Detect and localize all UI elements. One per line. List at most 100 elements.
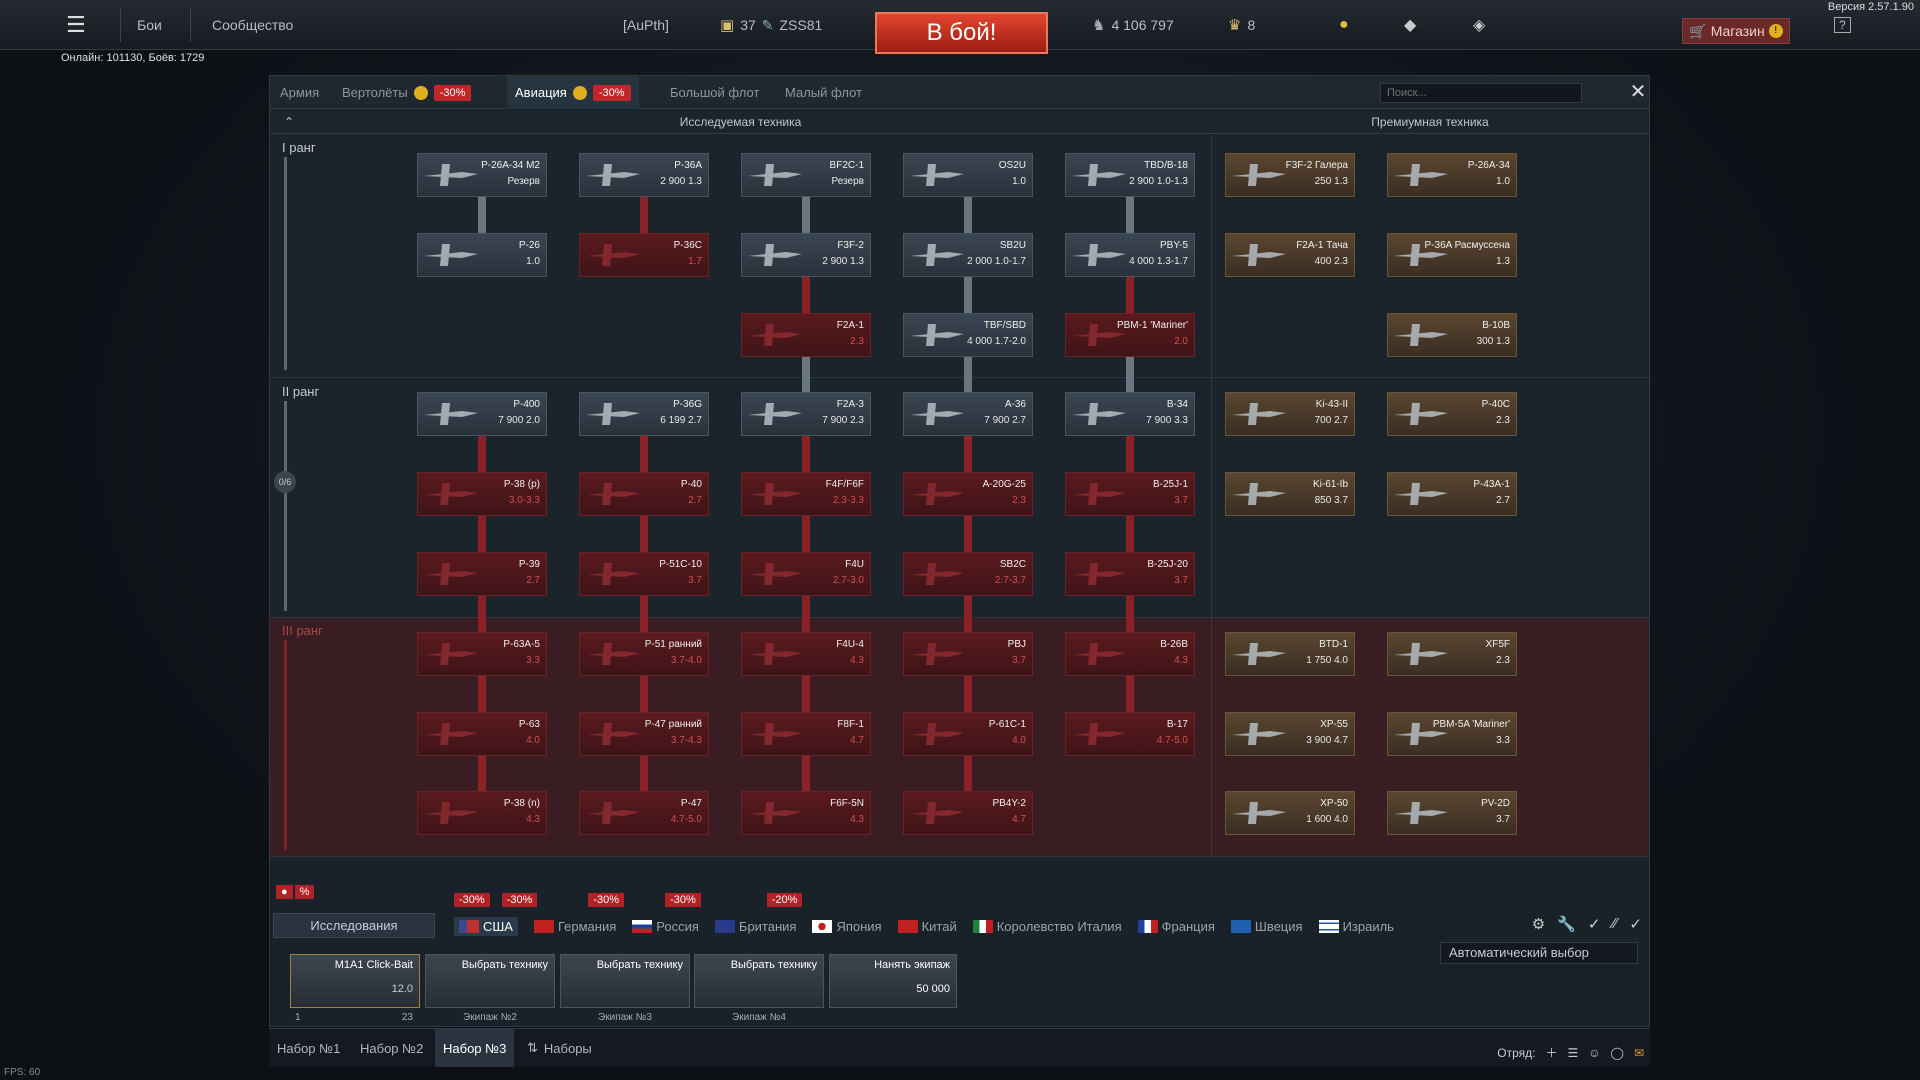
vehicle-card[interactable]: P-36C 1.7 bbox=[579, 233, 709, 277]
close-icon[interactable]: ✕ bbox=[1627, 81, 1649, 103]
battles-link[interactable]: Бои bbox=[137, 0, 162, 50]
vehicle-card[interactable]: F2A-3 7 900 2.3 bbox=[741, 392, 871, 436]
vehicle-card[interactable]: XF5F 2.3 bbox=[1387, 632, 1517, 676]
preset-3[interactable]: Набор №3 bbox=[435, 1029, 515, 1067]
wrench-icon[interactable]: 🔧 bbox=[1557, 915, 1576, 933]
vehicle-card[interactable]: PBY-5 4 000 1.3-1.7 bbox=[1065, 233, 1195, 277]
vehicle-card[interactable]: P-47 4.7-5.0 bbox=[579, 791, 709, 835]
community-link[interactable]: Сообщество bbox=[212, 0, 293, 50]
vehicle-card[interactable]: P-36A Расмуссена 1.3 bbox=[1387, 233, 1517, 277]
vehicle-card[interactable]: A-36 7 900 2.7 bbox=[903, 392, 1033, 436]
shop-button[interactable]: 🛒 Магазин! bbox=[1682, 18, 1790, 44]
check-all-icon[interactable]: ✓ bbox=[1629, 915, 1642, 933]
clock-filter-icon[interactable]: ● bbox=[276, 885, 293, 899]
vehicle-card[interactable]: B-34 7 900 3.3 bbox=[1065, 392, 1195, 436]
vehicle-card[interactable]: Ki-43-II 700 2.7 bbox=[1225, 392, 1355, 436]
vehicle-card[interactable]: F4U 2.7-3.0 bbox=[741, 552, 871, 596]
vehicle-card[interactable]: A-20G-25 2.3 bbox=[903, 472, 1033, 516]
plus-icon[interactable]: ＋ bbox=[1545, 1044, 1557, 1061]
nation-italy[interactable]: Королевство Италия bbox=[972, 917, 1122, 936]
nation-sweden[interactable]: Швеция bbox=[1230, 917, 1303, 936]
vehicle-card[interactable]: P-61C-1 4.0 bbox=[903, 712, 1033, 756]
rank-1-label[interactable]: I ранг bbox=[282, 140, 316, 155]
vehicle-card[interactable]: P-63 4.0 bbox=[417, 712, 547, 756]
gear-icon[interactable]: ⚙ bbox=[1532, 915, 1545, 933]
vehicle-card[interactable]: XP-50 1 600 4.0 bbox=[1225, 791, 1355, 835]
vehicle-card[interactable]: P-26A-34 M2 Резерв bbox=[417, 153, 547, 197]
crew-slot-3[interactable]: Выбрать технику Экипаж №3 bbox=[560, 954, 690, 1023]
vehicle-card[interactable]: P-47 ранний 3.7-4.3 bbox=[579, 712, 709, 756]
vehicle-card[interactable]: Ki-61-Ib 850 3.7 bbox=[1225, 472, 1355, 516]
golden-eagles[interactable]: ♛ 8 bbox=[1228, 0, 1255, 50]
vehicle-card[interactable]: P-38 (n) 4.3 bbox=[417, 791, 547, 835]
vehicle-card[interactable]: F4F/F6F 2.3-3.3 bbox=[741, 472, 871, 516]
vehicle-card[interactable]: SB2C 2.7-3.7 bbox=[903, 552, 1033, 596]
research-button[interactable]: Исследования bbox=[273, 913, 435, 938]
vehicle-card[interactable]: P-26 1.0 bbox=[417, 233, 547, 277]
nation-russia[interactable]: Россия bbox=[632, 917, 699, 936]
tab-army[interactable]: Армия bbox=[280, 76, 319, 109]
vehicle-card[interactable]: F3F-2 Галера 250 1.3 bbox=[1225, 153, 1355, 197]
vehicle-card[interactable]: P-43A-1 2.7 bbox=[1387, 472, 1517, 516]
vehicle-card[interactable]: PV-2D 3.7 bbox=[1387, 791, 1517, 835]
nation-britain[interactable]: Британия bbox=[714, 917, 796, 936]
nation-usa[interactable]: США bbox=[454, 917, 518, 936]
tab-bluewater-fleet[interactable]: Большой флот bbox=[670, 76, 759, 109]
vehicle-card[interactable]: B-10B 300 1.3 bbox=[1387, 313, 1517, 357]
tab-coastal-fleet[interactable]: Малый флот bbox=[785, 76, 862, 109]
vehicle-card[interactable]: P-36G 6 199 2.7 bbox=[579, 392, 709, 436]
vehicle-card[interactable]: PBJ 3.7 bbox=[903, 632, 1033, 676]
vehicle-card[interactable]: OS2U 1.0 bbox=[903, 153, 1033, 197]
to-battle-button[interactable]: В бой! bbox=[875, 12, 1048, 54]
vehicle-card[interactable]: TBF/SBD 4 000 1.7-2.0 bbox=[903, 313, 1033, 357]
crew-slot-1[interactable]: M1A1 Click-Bait 12.0 1 23 bbox=[290, 954, 420, 1023]
vehicle-card[interactable]: P-38 (p) 3.0-3.3 bbox=[417, 472, 547, 516]
vehicle-card[interactable]: PBM-1 'Mariner' 2.0 bbox=[1065, 313, 1195, 357]
nation-japan[interactable]: Япония bbox=[812, 917, 882, 936]
search-input[interactable] bbox=[1380, 83, 1582, 103]
preset-2[interactable]: Набор №2 bbox=[352, 1029, 431, 1067]
list-icon[interactable]: ☰ bbox=[1567, 1046, 1578, 1060]
mail-icon[interactable]: ✉ bbox=[1634, 1046, 1644, 1060]
vehicle-card[interactable]: F8F-1 4.7 bbox=[741, 712, 871, 756]
vehicle-card[interactable]: F3F-2 2 900 1.3 bbox=[741, 233, 871, 277]
vehicle-card[interactable]: F2A-1 2.3 bbox=[741, 313, 871, 357]
silver-lions[interactable]: ♞ 4 106 797 bbox=[1092, 0, 1174, 50]
chat-icon[interactable]: ◯ bbox=[1611, 1046, 1624, 1060]
nation-china[interactable]: Китай bbox=[897, 917, 957, 936]
rank-3-label[interactable]: III ранг bbox=[282, 623, 323, 638]
people-icon[interactable]: ☺ bbox=[1588, 1046, 1600, 1060]
tab-helicopters[interactable]: Вертолёты -30% bbox=[342, 76, 472, 109]
double-check-icon[interactable]: ⁄⁄ bbox=[1612, 915, 1617, 933]
rank-2-label[interactable]: II ранг bbox=[282, 384, 319, 399]
nation-germany[interactable]: Германия bbox=[533, 917, 616, 936]
vehicle-card[interactable]: B-25J-20 3.7 bbox=[1065, 552, 1195, 596]
check-icon[interactable]: ✓ bbox=[1588, 915, 1601, 933]
vehicle-card[interactable]: P-40C 2.3 bbox=[1387, 392, 1517, 436]
vehicle-card[interactable]: BTD-1 1 750 4.0 bbox=[1225, 632, 1355, 676]
vehicle-card[interactable]: B-26B 4.3 bbox=[1065, 632, 1195, 676]
vehicle-card[interactable]: PBM-5A 'Mariner' 3.3 bbox=[1387, 712, 1517, 756]
vehicle-card[interactable]: P-51C-10 3.7 bbox=[579, 552, 709, 596]
vehicle-card[interactable]: P-36A 2 900 1.3 bbox=[579, 153, 709, 197]
crew-slot-2[interactable]: Выбрать технику Экипаж №2 bbox=[425, 954, 555, 1023]
nation-israel[interactable]: Израиль bbox=[1318, 917, 1394, 936]
vehicle-card[interactable]: P-400 7 900 2.0 bbox=[417, 392, 547, 436]
hire-crew-slot[interactable]: Нанять экипаж 50 000 bbox=[829, 954, 957, 1008]
vehicle-card[interactable]: P-63A-5 3.3 bbox=[417, 632, 547, 676]
crew-slot-4[interactable]: Выбрать технику Экипаж №4 bbox=[694, 954, 824, 1023]
battlepass-icon[interactable]: ◈ bbox=[1473, 0, 1485, 50]
vehicle-card[interactable]: SB2U 2 000 1.0-1.7 bbox=[903, 233, 1033, 277]
vehicle-card[interactable]: XP-55 3 900 4.7 bbox=[1225, 712, 1355, 756]
squadron-tag[interactable]: [AuPth] bbox=[623, 0, 669, 50]
vehicle-card[interactable]: B-17 4.7-5.0 bbox=[1065, 712, 1195, 756]
vehicle-card[interactable]: F6F-5N 4.3 bbox=[741, 791, 871, 835]
player-profile[interactable]: ▣ 37 ✎ ZSS81 bbox=[720, 0, 822, 50]
tab-aviation[interactable]: Авиация -30% bbox=[507, 76, 639, 109]
menu-icon[interactable]: ☰ bbox=[66, 0, 86, 50]
vehicle-card[interactable]: TBD/B-18 2 900 1.0-1.3 bbox=[1065, 153, 1195, 197]
vehicle-card[interactable]: B-25J-1 3.7 bbox=[1065, 472, 1195, 516]
vehicle-card[interactable]: BF2C-1 Резерв bbox=[741, 153, 871, 197]
vehicle-card[interactable]: P-40 2.7 bbox=[579, 472, 709, 516]
percent-filter-icon[interactable]: % bbox=[294, 885, 315, 899]
